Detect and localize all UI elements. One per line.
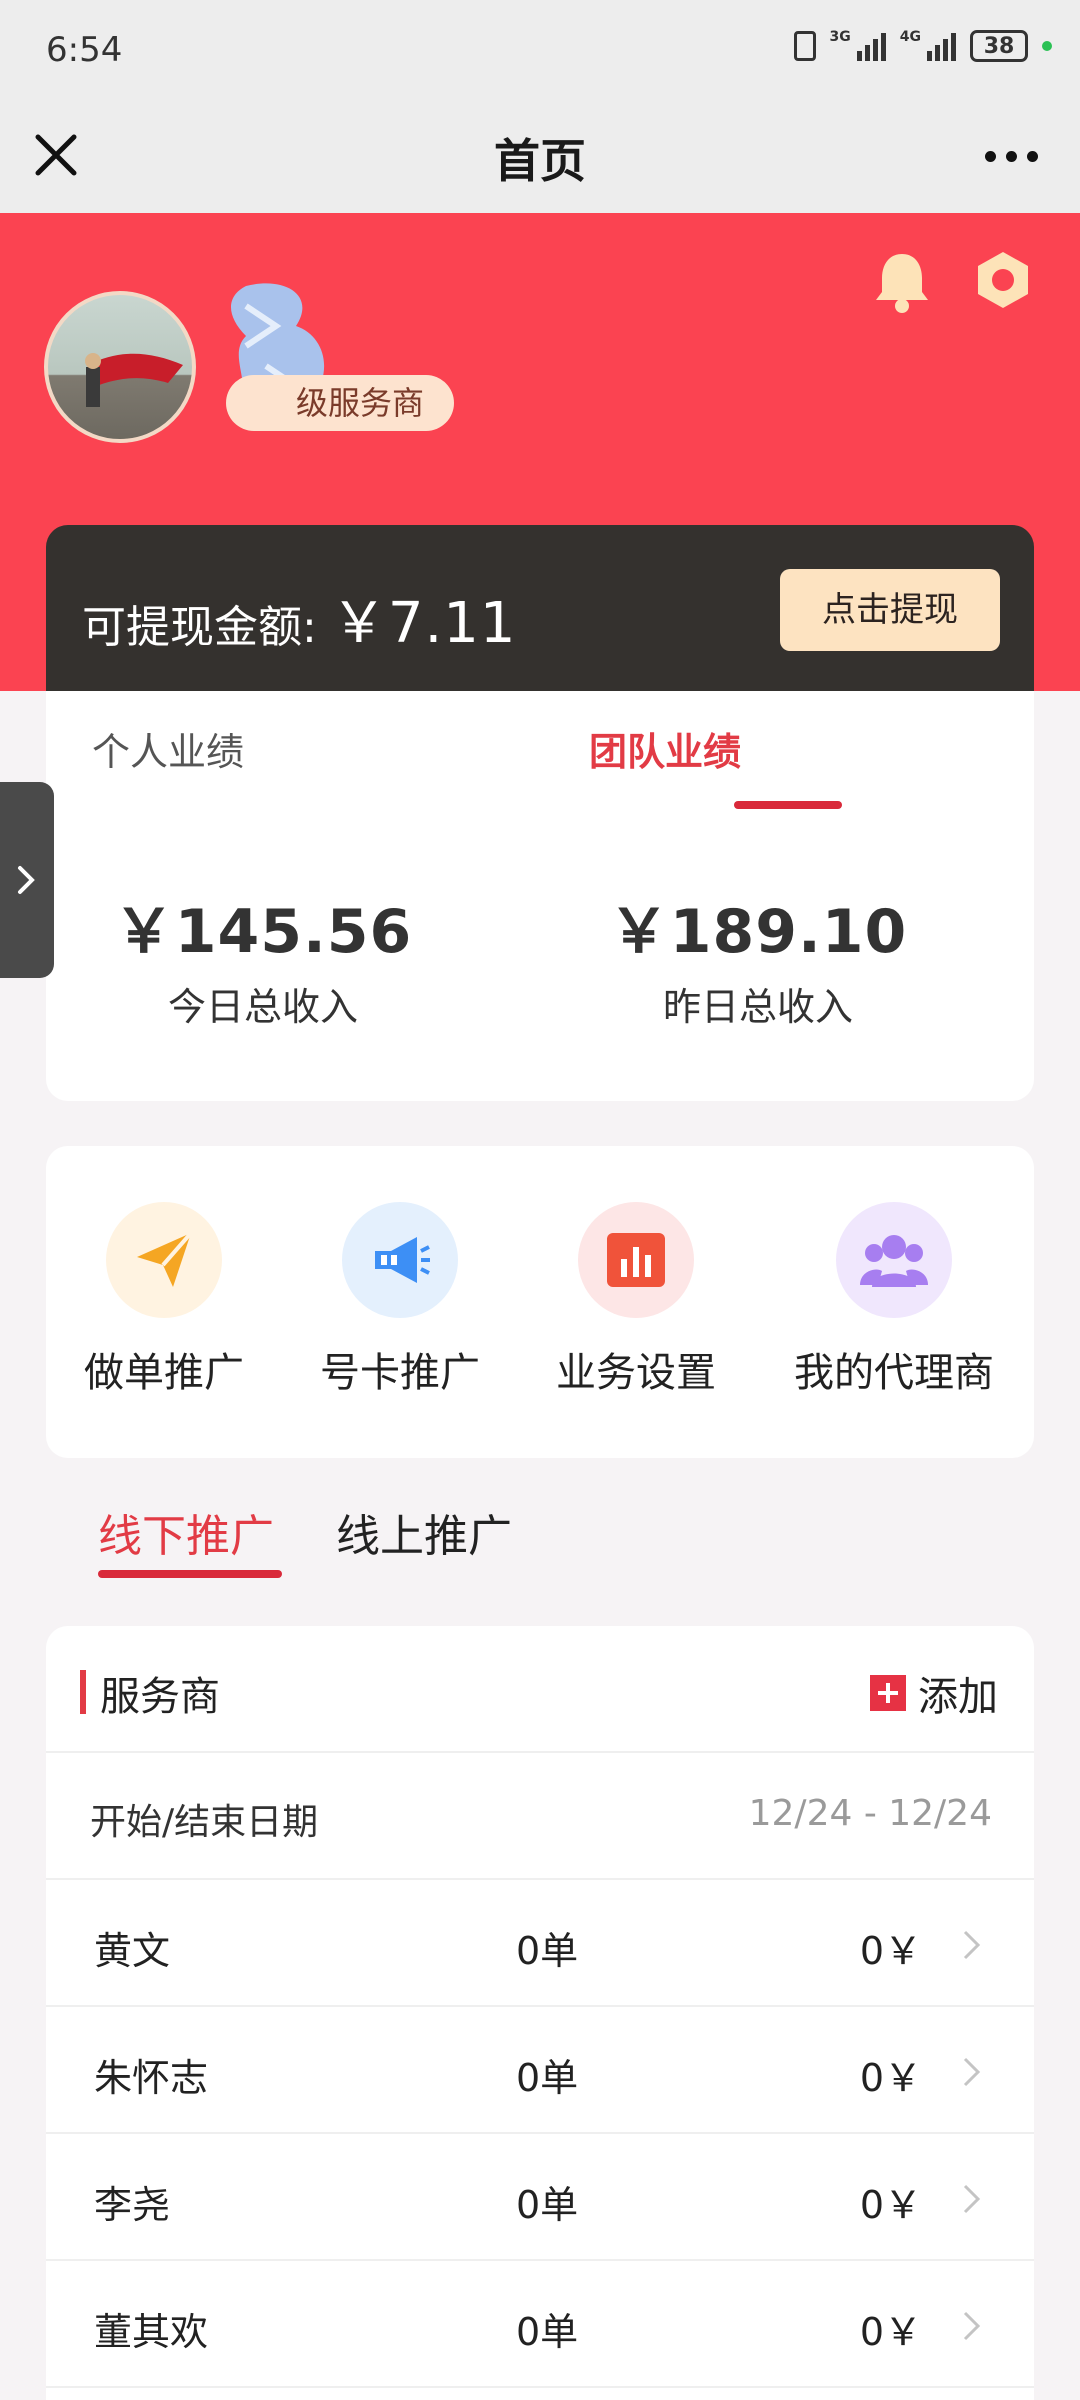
menu-item-business-settings[interactable]: 业务设置 (518, 1202, 754, 1398)
date-range-value: 12/24 - 12/24 (748, 1793, 992, 1834)
chevron-right-icon (963, 2057, 981, 2087)
today-income-value: ￥145.56 (113, 897, 413, 967)
tab-online-promotion[interactable]: 线上推广 (336, 1500, 512, 1564)
notification-button[interactable] (872, 248, 932, 318)
provider-name: 李尧 (94, 2183, 171, 2227)
order-count: 0单 (516, 2183, 579, 2227)
menu-item-label: 做单推广 (84, 1350, 244, 1396)
amount: 0￥ (859, 2056, 922, 2100)
tab-personal[interactable]: 个人业绩 (0, 721, 415, 776)
menu-item-label: 号卡推广 (320, 1350, 480, 1396)
network-label-4g: 4G (899, 29, 921, 45)
network-label-3g: 3G (829, 29, 851, 45)
title-bar: 首页 (0, 105, 1080, 213)
feature-menu: 做单推广 号卡推广 业务设置 我的代理商 (46, 1146, 1034, 1458)
profile-header: 级服务商 可提现金额: ￥7.11 点击提现 (0, 213, 1080, 695)
date-range-label: 开始/结束日期 (90, 1802, 319, 1843)
plus-icon (870, 1675, 906, 1711)
battery-icon: 38 (970, 30, 1028, 62)
megaphone-icon (342, 1202, 458, 1318)
order-count: 0单 (516, 1929, 579, 1973)
bar-chart-icon (578, 1202, 694, 1318)
more-button[interactable] (985, 131, 1038, 181)
tab-indicator (734, 801, 842, 809)
performance-card: 个人业绩 团队业绩 ￥145.56 今日总收入 ￥189.10 昨日总收入 (46, 691, 1034, 1101)
today-income-label: 今日总收入 (167, 985, 358, 1029)
withdraw-card: 可提现金额: ￥7.11 点击提现 (46, 525, 1034, 695)
bell-icon (876, 254, 928, 313)
provider-name: 黄文 (94, 1929, 171, 1973)
date-range-row[interactable]: 开始/结束日期 12/24 - 12/24 (46, 1753, 1034, 1880)
withdraw-button[interactable]: 点击提现 (780, 569, 1000, 651)
status-bar: 6:54 3G 4G 38 (0, 0, 1080, 105)
paper-plane-icon (106, 1202, 222, 1318)
withdraw-label: 可提现金额: ￥7.11 (82, 578, 517, 659)
level-badge: 级服务商 (226, 375, 455, 431)
avatar-image (85, 353, 183, 407)
service-provider-list: 服务商 添加 开始/结束日期 12/24 - 12/24 黄文 0单 0￥ 朱怀… (46, 1626, 1034, 2400)
order-count: 0单 (516, 2310, 579, 2354)
segment-indicator (98, 1570, 282, 1578)
list-item[interactable]: 董其欢 0单 0￥ (46, 2261, 1034, 2388)
amount: 0￥ (859, 2310, 922, 2354)
side-drawer-handle[interactable] (0, 782, 54, 978)
menu-item-my-agents[interactable]: 我的代理商 (754, 1202, 1034, 1398)
list-item[interactable]: 朱怀志 0单 0￥ (46, 2007, 1034, 2134)
add-button[interactable]: 添加 (870, 1664, 998, 1722)
indicator-dot-icon (1042, 41, 1052, 51)
chevron-right-icon (963, 2184, 981, 2214)
menu-item-label: 我的代理商 (794, 1350, 994, 1396)
today-income: ￥145.56 今日总收入 (16, 883, 510, 1031)
vibrate-icon (793, 31, 816, 61)
list-item[interactable]: 黄文 0单 0￥ (46, 1880, 1034, 2007)
amount: 0￥ (859, 1929, 922, 1973)
settings-button[interactable] (972, 248, 1034, 312)
group-icon (836, 1202, 952, 1318)
list-item[interactable]: 李尧 0单 0￥ (46, 2134, 1034, 2261)
menu-item-order-promotion[interactable]: 做单推广 (46, 1202, 282, 1398)
avatar[interactable] (44, 291, 196, 443)
menu-item-card-promotion[interactable]: 号卡推广 (282, 1202, 518, 1398)
status-time: 6:54 (46, 30, 123, 70)
battery-level: 38 (983, 33, 1015, 59)
withdraw-amount: ￥7.11 (330, 591, 517, 656)
menu-item-label: 业务设置 (556, 1350, 716, 1396)
chevron-right-icon (963, 2311, 981, 2341)
tab-team[interactable]: 团队业绩 (418, 721, 912, 776)
list-header: 服务商 添加 (46, 1626, 1034, 1753)
amount: 0￥ (859, 2183, 922, 2227)
section-marker (80, 1670, 86, 1714)
signal-icon-2 (927, 31, 956, 61)
tab-offline-promotion[interactable]: 线下推广 (98, 1500, 274, 1564)
chevron-right-icon (18, 866, 35, 894)
chevron-right-icon (963, 1930, 981, 1960)
provider-name: 朱怀志 (94, 2056, 209, 2100)
signal-icon (856, 31, 886, 61)
page-title: 首页 (494, 134, 586, 188)
status-icons: 3G 4G 38 (793, 29, 1052, 62)
list-title: 服务商 (100, 1674, 220, 1720)
add-label: 添加 (918, 1674, 998, 1720)
yesterday-income-value: ￥189.10 (608, 897, 908, 967)
yesterday-income: ￥189.10 昨日总收入 (511, 883, 1005, 1031)
withdraw-label-text: 可提现金额: (82, 602, 331, 653)
gear-icon (978, 252, 1028, 308)
provider-name: 董其欢 (94, 2310, 209, 2354)
yesterday-income-label: 昨日总收入 (662, 985, 853, 1029)
order-count: 0单 (516, 2056, 579, 2100)
